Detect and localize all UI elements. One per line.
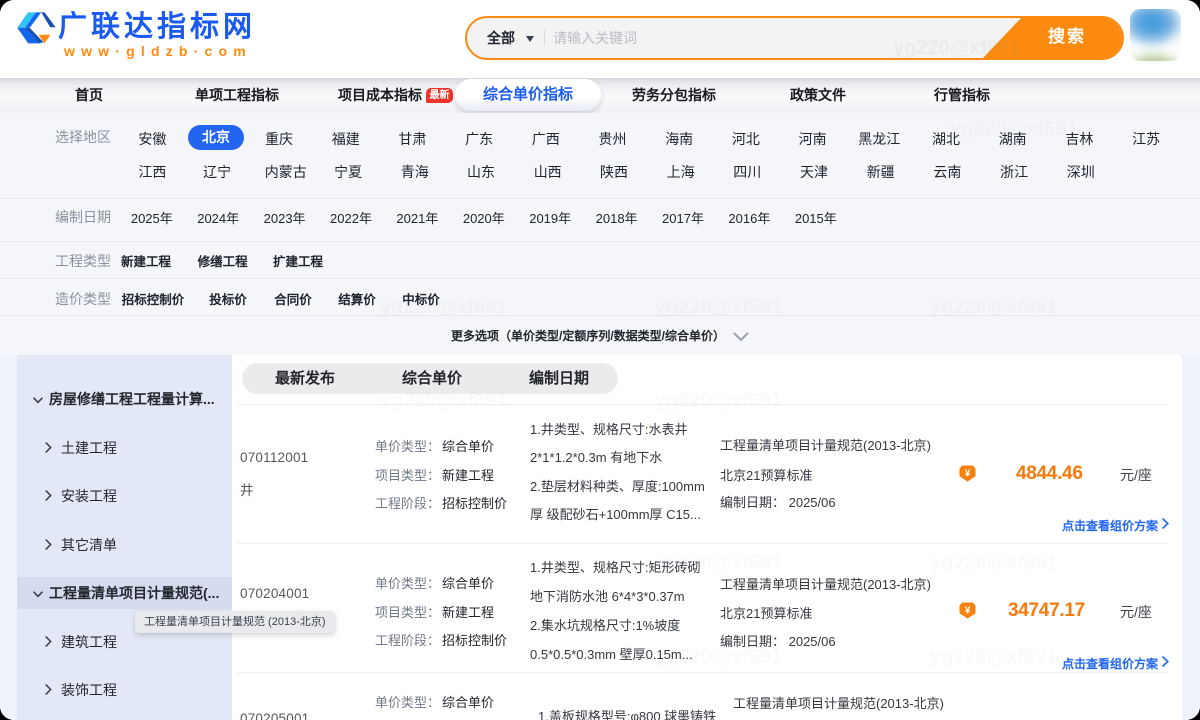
svg-text:¥: ¥ <box>965 606 971 617</box>
svg-text:¥: ¥ <box>965 469 971 480</box>
